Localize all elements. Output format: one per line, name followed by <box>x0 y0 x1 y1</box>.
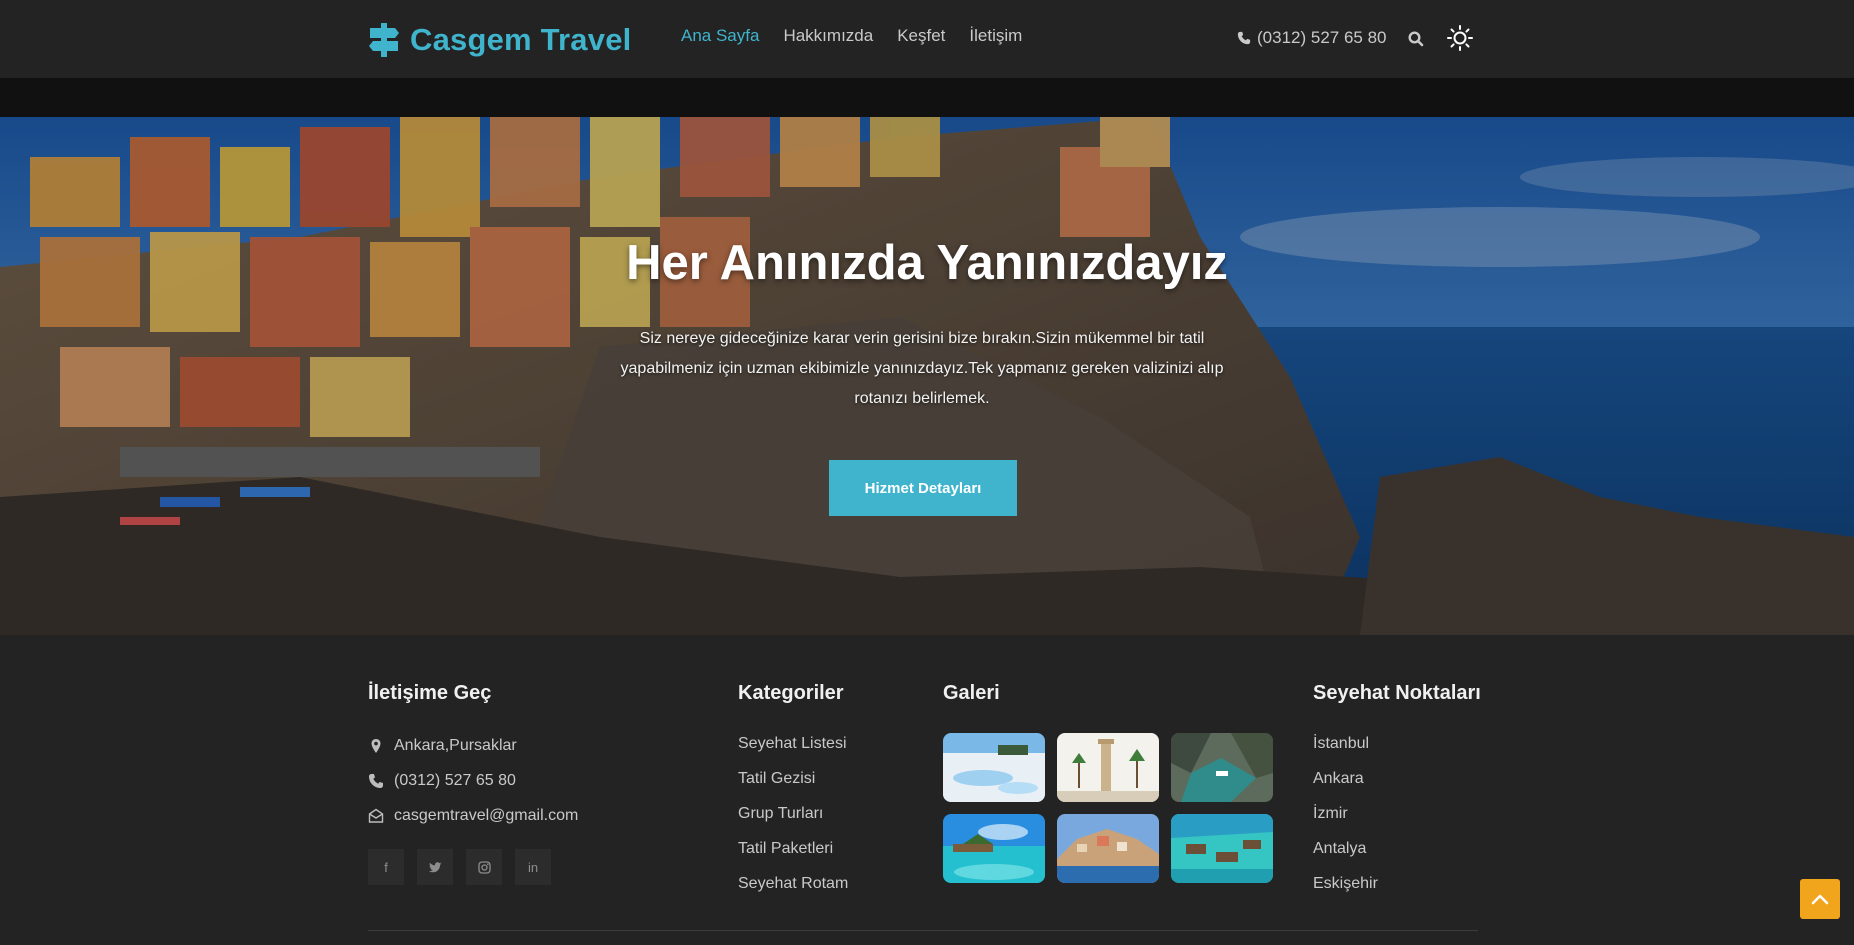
map-marker-icon <box>371 739 381 753</box>
envelope-icon <box>368 808 384 823</box>
sun-icon[interactable] <box>1446 24 1474 52</box>
destination-link[interactable]: Ankara <box>1313 770 1378 805</box>
contact-phone-text: (0312) 527 65 80 <box>394 772 516 789</box>
linkedin-icon[interactable]: in <box>515 849 551 885</box>
gallery-image[interactable] <box>1057 814 1159 883</box>
gallery-image[interactable] <box>1057 733 1159 802</box>
header-phone-number: (0312) 527 65 80 <box>1257 28 1387 47</box>
header-spacer-band <box>0 78 1854 117</box>
contact-address: Ankara,Pursaklar <box>368 737 517 755</box>
contact-email-text: casgemtravel@gmail.com <box>394 807 579 824</box>
gallery-title: Galeri <box>943 682 1000 704</box>
back-to-top-button[interactable] <box>1800 879 1840 919</box>
hero-title: Her Anınızda Yanınızdayız <box>626 236 1228 290</box>
main-nav: Ana Sayfa Hakkımızda Keşfet İletişim <box>681 26 1046 46</box>
site-header: Casgem Travel Ana Sayfa Hakkımızda Keşfe… <box>0 0 1854 78</box>
category-link[interactable]: Seyehat Rotam <box>738 875 848 910</box>
destination-link[interactable]: Eskişehir <box>1313 875 1378 910</box>
signpost-icon <box>369 23 399 57</box>
gallery-image[interactable] <box>1171 814 1273 883</box>
contact-email[interactable]: casgemtravel@gmail.com <box>368 807 578 825</box>
category-link[interactable]: Tatil Gezisi <box>738 770 848 805</box>
category-link[interactable]: Tatil Paketleri <box>738 840 848 875</box>
gallery-image[interactable] <box>1171 733 1273 802</box>
category-link[interactable]: Grup Turları <box>738 805 848 840</box>
footer-divider <box>368 930 1478 931</box>
hero-section: Her Anınızda Yanınızdayız Siz nereye gid… <box>0 117 1854 635</box>
gallery-image[interactable] <box>943 814 1045 883</box>
destinations-list: İstanbul Ankara İzmir Antalya Eskişehir <box>1313 735 1378 910</box>
phone-icon <box>369 774 383 788</box>
phone-icon <box>1237 31 1251 45</box>
destination-link[interactable]: İzmir <box>1313 805 1378 840</box>
site-footer: İletişime Geç Ankara,Pursaklar (0312) 52… <box>0 635 1854 945</box>
contact-title: İletişime Geç <box>368 682 492 704</box>
search-icon[interactable] <box>1407 30 1425 48</box>
brand-logo[interactable]: Casgem Travel <box>368 18 631 62</box>
destination-link[interactable]: İstanbul <box>1313 735 1378 770</box>
nav-item-ana-sayfa[interactable]: Ana Sayfa <box>681 26 759 46</box>
instagram-icon[interactable] <box>466 849 502 885</box>
header-phone[interactable]: (0312) 527 65 80 <box>1237 28 1387 48</box>
destination-link[interactable]: Antalya <box>1313 840 1378 875</box>
destinations-title: Seyehat Noktaları <box>1313 682 1481 704</box>
chevron-up-icon <box>1811 894 1829 905</box>
nav-item-iletisim[interactable]: İletişim <box>969 26 1022 46</box>
category-link[interactable]: Seyehat Listesi <box>738 735 848 770</box>
gallery-image[interactable] <box>943 733 1045 802</box>
facebook-icon[interactable]: f <box>368 849 404 885</box>
nav-item-hakkimizda[interactable]: Hakkımızda <box>783 26 873 46</box>
brand-name: Casgem Travel <box>410 22 632 57</box>
gallery-grid <box>943 733 1273 883</box>
twitter-icon[interactable] <box>417 849 453 885</box>
service-details-button[interactable]: Hizmet Detayları <box>829 460 1017 516</box>
categories-title: Kategoriler <box>738 682 844 704</box>
nav-item-kesfet[interactable]: Keşfet <box>897 26 945 46</box>
hero-description: Siz nereye gideceğinize karar verin geri… <box>620 330 1224 407</box>
contact-address-text: Ankara,Pursaklar <box>394 737 517 754</box>
contact-phone[interactable]: (0312) 527 65 80 <box>368 772 516 790</box>
categories-list: Seyehat Listesi Tatil Gezisi Grup Turlar… <box>738 735 848 910</box>
